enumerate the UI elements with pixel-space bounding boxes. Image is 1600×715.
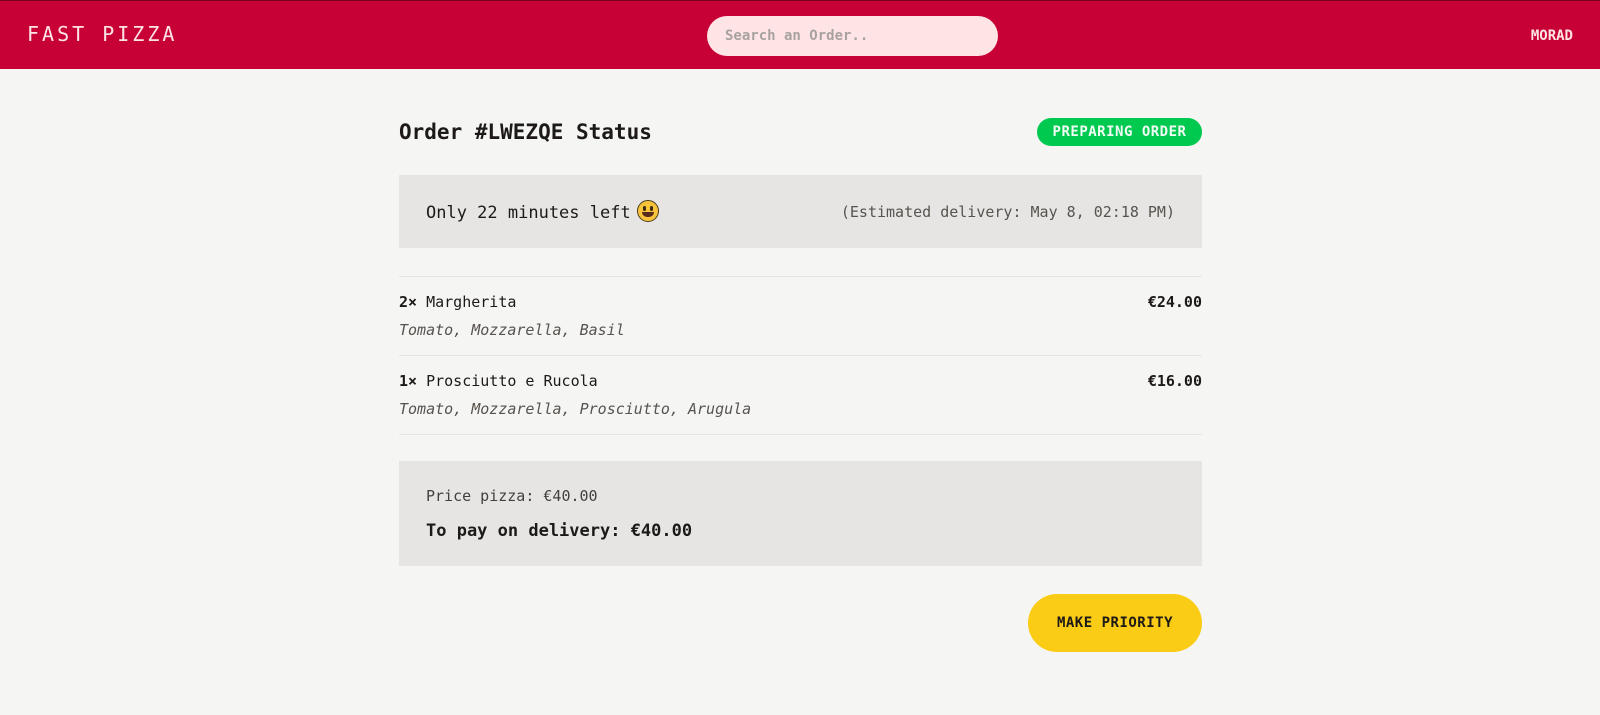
item-price: €24.00 xyxy=(1147,293,1202,311)
grinning-face-icon xyxy=(636,200,659,222)
time-left: Only 22 minutes left xyxy=(426,200,659,224)
status-badge: PREPARING ORDER xyxy=(1037,118,1202,146)
app-header: FAST PIZZA MORAD xyxy=(0,0,1600,69)
amount-to-pay: To pay on delivery: €40.00 xyxy=(426,521,693,541)
item-name: Margherita xyxy=(426,293,517,311)
order-items-list: 2× Margherita €24.00 Tomato, Mozzarella,… xyxy=(399,276,1202,435)
username: MORAD xyxy=(1530,28,1573,44)
search-order-input[interactable] xyxy=(707,16,998,56)
item-name: Prosciutto e Rucola xyxy=(426,372,598,390)
app-logo[interactable]: FAST PIZZA xyxy=(27,22,177,46)
item-quantity: 1× xyxy=(399,372,418,390)
item-ingredients: Tomato, Mozzarella, Basil xyxy=(399,321,625,339)
page-title: Order #LWEZQE Status xyxy=(399,120,652,144)
estimated-delivery: (Estimated delivery: May 8, 02:18 PM) xyxy=(840,203,1175,221)
delivery-estimate-panel: Only 22 minutes left (Estimated delivery… xyxy=(399,175,1202,248)
item-title: 2× Margherita xyxy=(399,293,516,312)
item-ingredients: Tomato, Mozzarella, Prosciutto, Arugula xyxy=(399,400,752,418)
item-title: 1× Prosciutto e Rucola xyxy=(399,372,598,391)
make-priority-button[interactable]: MAKE PRIORITY xyxy=(1028,594,1202,652)
pizza-price: Price pizza: €40.00 xyxy=(426,487,598,505)
order-item: 2× Margherita €24.00 Tomato, Mozzarella,… xyxy=(399,277,1202,356)
item-quantity: 2× xyxy=(399,293,418,311)
item-price: €16.00 xyxy=(1147,372,1202,390)
order-item: 1× Prosciutto e Rucola €16.00 Tomato, Mo… xyxy=(399,356,1202,435)
price-summary-panel: Price pizza: €40.00 To pay on delivery: … xyxy=(399,461,1202,566)
time-left-text: Only 22 minutes left xyxy=(426,203,631,223)
